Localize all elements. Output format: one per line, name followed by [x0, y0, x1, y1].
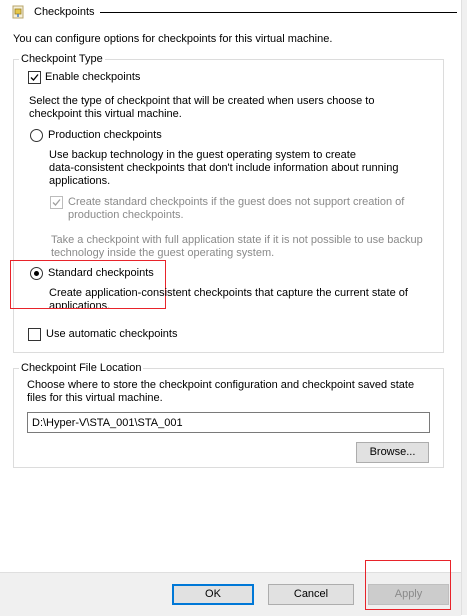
automatic-checkpoints-checkbox[interactable]: [28, 328, 41, 341]
file-location-description-line-2: files for this virtual machine.: [27, 392, 163, 404]
production-checkpoints-radio[interactable]: [30, 129, 43, 142]
checkmark-icon: [30, 74, 39, 81]
standard-checkpoints-label[interactable]: Standard checkpoints: [48, 267, 154, 280]
standard-description-line-1: Create application-consistent checkpoint…: [49, 287, 408, 299]
fallback-label-line-2: production checkpoints.: [68, 209, 184, 221]
standard-checkpoints-radio[interactable]: [30, 267, 43, 280]
checkpoint-path-input[interactable]: [27, 412, 430, 433]
checkmark-icon: [52, 199, 61, 206]
full-state-note-line-1: Take a checkpoint with full application …: [51, 234, 423, 246]
checkpoint-type-legend: Checkpoint Type: [19, 53, 105, 66]
checkpoint-page-icon: [12, 5, 25, 19]
production-description-line-1: Use backup technology in the guest opera…: [49, 149, 356, 161]
standard-description-line-2: applications.: [49, 300, 111, 308]
enable-checkpoints-label[interactable]: Enable checkpoints: [45, 71, 140, 84]
full-state-note-line-2: technology inside the guest operating sy…: [51, 247, 275, 259]
fallback-label-line-1: Create standard checkpoints if the guest…: [68, 196, 405, 208]
radio-selected-dot: [34, 271, 39, 276]
file-location-legend: Checkpoint File Location: [19, 362, 144, 375]
fallback-standard-checkbox[interactable]: [50, 196, 63, 209]
title-divider: [100, 12, 457, 13]
file-location-description-line-1: Choose where to store the checkpoint con…: [27, 379, 415, 391]
select-type-text-line-2: checkpoint this virtual machine.: [29, 108, 182, 120]
browse-button[interactable]: Browse...: [356, 442, 429, 463]
apply-highlight: [365, 560, 451, 610]
select-type-text-line-1: Select the type of checkpoint that will …: [29, 95, 375, 107]
window-edge: [461, 0, 467, 615]
cancel-button[interactable]: Cancel: [268, 584, 354, 605]
production-description-line-2: data-consistent checkpoints that don't i…: [49, 162, 399, 174]
production-checkpoints-label[interactable]: Production checkpoints: [48, 129, 162, 142]
page-title: Checkpoints: [34, 6, 95, 18]
intro-text: You can configure options for checkpoint…: [13, 33, 333, 45]
production-description-line-3: applications.: [49, 175, 111, 187]
automatic-checkpoints-label[interactable]: Use automatic checkpoints: [46, 328, 177, 341]
enable-checkpoints-checkbox[interactable]: [28, 71, 41, 84]
ok-button[interactable]: OK: [172, 584, 254, 605]
